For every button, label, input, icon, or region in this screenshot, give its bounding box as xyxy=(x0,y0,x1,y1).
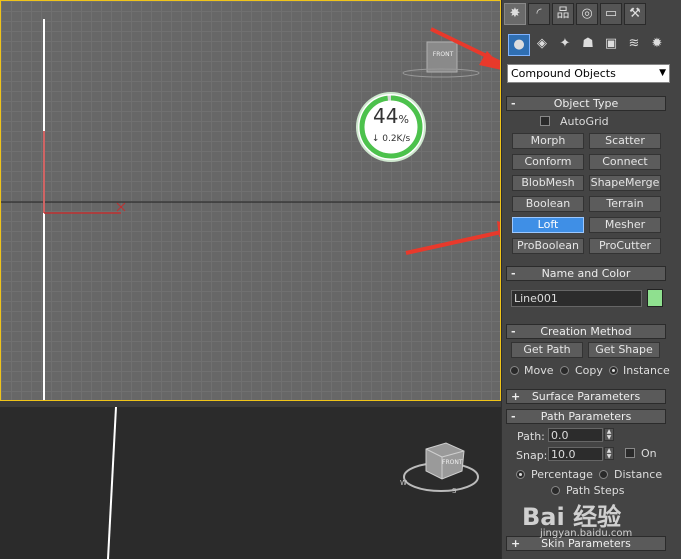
blobmesh-button[interactable]: BlobMesh xyxy=(512,175,584,191)
curve-icon: ◜ xyxy=(536,6,542,21)
hierarchy-icon: 品 xyxy=(556,6,570,21)
percentage-radio[interactable] xyxy=(516,470,525,479)
tab-hierarchy[interactable]: 品 xyxy=(552,3,574,25)
path-steps-radio[interactable] xyxy=(551,486,560,495)
persp-cube-label: FRONT xyxy=(442,459,463,466)
baidu-watermark-logo: Bai 经验 xyxy=(522,503,622,531)
name-color-title: Name and Color xyxy=(541,267,631,280)
motion-icon: ◎ xyxy=(581,6,593,21)
light-icon: ✦ xyxy=(559,36,571,51)
instance-label: Instance xyxy=(623,364,670,377)
path-steps-label: Path Steps xyxy=(566,484,625,497)
category-cameras[interactable]: ☗ xyxy=(577,34,599,56)
snap-label: Snap: xyxy=(516,449,548,462)
chevron-down-icon[interactable]: ▼ xyxy=(659,65,666,82)
conform-button[interactable]: Conform xyxy=(512,154,584,170)
download-percent: 44% xyxy=(373,104,409,128)
monitor-icon: ▭ xyxy=(604,6,618,21)
shapemerge-button[interactable]: ShapeMerge xyxy=(589,175,661,191)
name-color-rollout[interactable]: - Name and Color xyxy=(506,266,666,281)
object-type-title: Object Type xyxy=(553,97,619,110)
helper-icon: ▣ xyxy=(604,36,618,51)
hammer-icon: ⚒ xyxy=(629,6,641,21)
path-value-field[interactable]: 0.0 xyxy=(548,428,603,442)
category-shapes[interactable]: ◈ xyxy=(531,34,553,56)
tab-modify[interactable]: ◜ xyxy=(528,3,550,25)
percentage-label: Percentage xyxy=(531,468,593,481)
scatter-button[interactable]: Scatter xyxy=(589,133,661,149)
connect-button[interactable]: Connect xyxy=(589,154,661,170)
view-cube-label: FRONT xyxy=(432,51,454,58)
perspective-viewport-graphics xyxy=(107,407,479,559)
tab-create[interactable]: ✸ xyxy=(504,3,526,25)
morph-button[interactable]: Morph xyxy=(512,133,584,149)
front-viewport-graphics xyxy=(1,19,500,400)
category-spacewarps[interactable]: ≋ xyxy=(623,34,645,56)
camera-icon: ☗ xyxy=(582,36,594,51)
download-speed-widget[interactable]: 44% ↓ 0.2K/s xyxy=(358,94,424,160)
distance-radio[interactable] xyxy=(599,470,608,479)
snap-on-label: On xyxy=(641,447,657,460)
move-label: Move xyxy=(524,364,554,377)
object-name-field[interactable]: Line001 xyxy=(511,290,642,307)
path-parameters-rollout[interactable]: - Path Parameters xyxy=(506,409,666,424)
snap-spinner[interactable]: ▲ ▼ xyxy=(604,447,614,460)
copy-label: Copy xyxy=(575,364,603,377)
surface-parameters-title: Surface Parameters xyxy=(531,390,641,403)
perspective-viewport[interactable]: FRONT W S xyxy=(0,407,501,559)
category-helpers[interactable]: ▣ xyxy=(600,34,622,56)
move-radio[interactable] xyxy=(510,366,519,375)
loft-button[interactable]: Loft xyxy=(512,217,584,233)
category-lights[interactable]: ✦ xyxy=(554,34,576,56)
creation-method-title: Creation Method xyxy=(540,325,632,338)
download-speed: ↓ 0.2K/s xyxy=(371,134,411,144)
mesher-button[interactable]: Mesher xyxy=(589,217,661,233)
terrain-button[interactable]: Terrain xyxy=(589,196,661,212)
gear-icon: ✹ xyxy=(651,36,663,51)
tab-utilities[interactable]: ⚒ xyxy=(624,3,646,25)
snap-on-checkbox[interactable] xyxy=(625,448,635,458)
proboolean-button[interactable]: ProBoolean xyxy=(512,238,584,254)
wave-icon: ≋ xyxy=(628,36,640,51)
autogrid-checkbox[interactable] xyxy=(540,116,550,126)
compass-west-label: W xyxy=(400,479,407,487)
color-swatch[interactable] xyxy=(647,289,663,307)
object-type-rollout[interactable]: - Object Type xyxy=(506,96,666,111)
creation-method-rollout[interactable]: - Creation Method xyxy=(506,324,666,339)
copy-radio[interactable] xyxy=(560,366,569,375)
tab-display[interactable]: ▭ xyxy=(600,3,622,25)
snap-value-field[interactable]: 10.0 xyxy=(548,447,603,461)
front-viewport[interactable]: FRONT xyxy=(0,0,501,401)
autogrid-label: AutoGrid xyxy=(560,115,609,128)
category-dropdown[interactable]: Compound Objects ▼ xyxy=(507,64,670,83)
compass-south-label: S xyxy=(452,487,457,495)
procutter-button[interactable]: ProCutter xyxy=(589,238,661,254)
boolean-button[interactable]: Boolean xyxy=(512,196,584,212)
dropdown-value: Compound Objects xyxy=(511,67,616,80)
get-path-button[interactable]: Get Path xyxy=(511,342,583,358)
persp-axis-line xyxy=(107,407,117,559)
sun-burst-icon: ✸ xyxy=(509,6,521,21)
path-label: Path: xyxy=(517,430,545,443)
watermark-url: jingyan.baidu.com xyxy=(540,528,633,539)
path-parameters-title: Path Parameters xyxy=(540,410,632,423)
instance-radio[interactable] xyxy=(609,366,618,375)
get-shape-button[interactable]: Get Shape xyxy=(588,342,660,358)
sphere-icon: ● xyxy=(513,37,525,52)
category-systems[interactable]: ✹ xyxy=(646,34,668,56)
category-geometry[interactable]: ● xyxy=(508,34,530,56)
path-spinner[interactable]: ▲ ▼ xyxy=(604,428,614,441)
surface-parameters-rollout[interactable]: + Surface Parameters xyxy=(506,389,666,404)
distance-label: Distance xyxy=(614,468,663,481)
red-arrow-2 xyxy=(405,230,500,255)
tab-motion[interactable]: ◎ xyxy=(576,3,598,25)
shapes-icon: ◈ xyxy=(537,36,547,51)
